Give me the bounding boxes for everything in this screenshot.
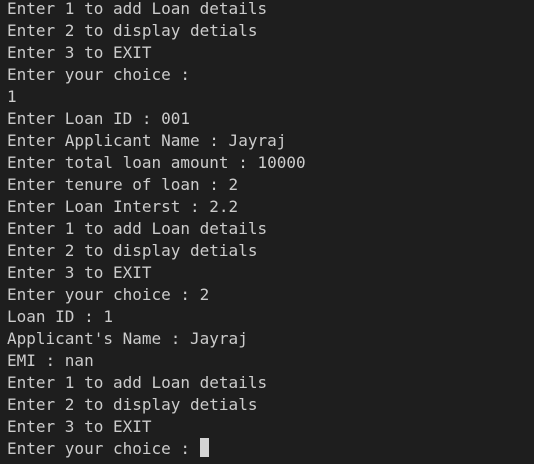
text-cursor[interactable]: [199, 438, 209, 457]
terminal-output[interactable]: Enter 1 to add Loan details Enter 2 to d…: [0, 0, 534, 462]
terminal-line: 1: [7, 87, 17, 106]
terminal-line: Enter total loan amount : 10000: [7, 153, 306, 172]
terminal-line: Enter 1 to add Loan details: [7, 373, 268, 392]
terminal-line: Enter 3 to EXIT: [7, 43, 152, 62]
terminal-line: Enter 3 to EXIT: [7, 417, 152, 436]
terminal-line: Enter your choice :: [7, 65, 191, 84]
terminal-line: Loan ID : 1: [7, 307, 113, 326]
terminal-line: Enter Applicant Name : Jayraj: [7, 131, 287, 150]
terminal-line: Applicant's Name : Jayraj: [7, 329, 248, 348]
terminal-line: Enter 2 to display detials: [7, 395, 258, 414]
terminal-line: Enter 2 to display detials: [7, 21, 258, 40]
input-prompt: Enter your choice :: [7, 439, 200, 458]
terminal-line: Enter 1 to add Loan details: [7, 219, 268, 238]
terminal-line: Enter 3 to EXIT: [7, 263, 152, 282]
terminal-line: Enter Loan Interst : 2.2: [7, 197, 239, 216]
terminal-line: Enter your choice : 2: [7, 285, 210, 304]
terminal-line: Enter 1 to add Loan details: [7, 0, 268, 18]
terminal-input-line[interactable]: Enter your choice :: [7, 438, 534, 460]
terminal-line: EMI : nan: [7, 351, 94, 370]
terminal-line: Enter 2 to display detials: [7, 241, 258, 260]
terminal-line: Enter Loan ID : 001: [7, 109, 191, 128]
terminal-line: Enter tenure of loan : 2: [7, 175, 239, 194]
